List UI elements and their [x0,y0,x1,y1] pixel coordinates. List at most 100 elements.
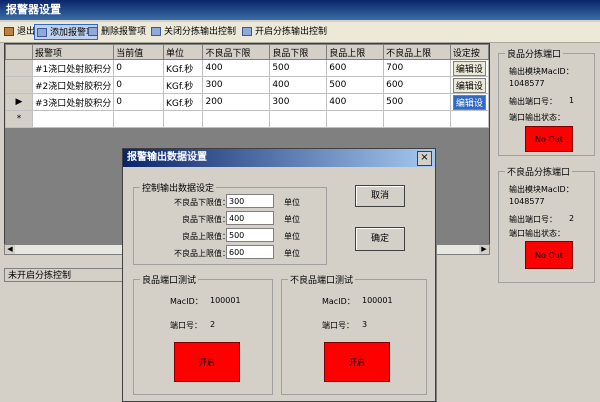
state-label: 端口输出状态： [509,113,565,122]
exit-button[interactable]: 退出 [2,24,37,40]
edit-setting-cell[interactable]: 编辑设 [449,59,490,77]
unit-label: 单位 [284,249,300,258]
column-header[interactable]: 单位 [162,44,204,60]
column-header[interactable]: 良品上限 [326,44,385,60]
table-cell[interactable]: 400 [202,59,271,77]
module-id-value: 1048577 [509,79,545,88]
port-value: 2 [569,214,575,223]
cancel-button[interactable]: 取消 [355,185,405,207]
port-value: 1 [569,96,575,105]
table-row[interactable]: #1浇口处射胶积分 0 KGf.秒 400 500 600 700 编辑设 [5,59,490,77]
unit-label: 单位 [284,198,300,207]
edit-setting-button[interactable]: 编辑设 [452,77,486,93]
table-cell[interactable]: #2浇口处射胶积分 [31,76,115,94]
good-lower-input[interactable]: 400 [226,211,274,225]
table-cell[interactable]: KGf.秒 [162,93,204,111]
bad-upper-label: 不良品上限值： [174,249,230,258]
delete-alarm-button[interactable]: 删除报警项 [86,24,148,40]
table-cell[interactable]: #3浇口处射胶积分 [31,93,115,111]
alarm-table: 报警项 当前值 单位 不良品下限 良品下限 良品上限 不良品上限 设定按 #1浇… [5,44,490,128]
table-cell[interactable]: KGf.秒 [162,76,204,94]
macid-value: 100001 [210,296,241,305]
table-cell[interactable]: 300 [269,93,328,111]
open-sorting-output-button[interactable]: 开启分拣输出控制 [240,24,329,40]
close-sorting-output-button[interactable]: 关闭分拣输出控制 [149,24,238,40]
output-data-group: 控制输出数据设定 不良品下限值： 300 单位 良品下限值： 400 单位 良品… [133,181,327,265]
module-id-value: 1048577 [509,197,545,206]
table-cell[interactable] [383,110,451,128]
table-cell[interactable]: 0 [113,93,164,111]
table-cell[interactable] [269,110,328,128]
ok-button[interactable]: 确定 [355,227,405,251]
window-title: 报警器设置 [0,0,600,20]
scroll-right-icon[interactable]: ▶ [479,245,489,254]
column-header[interactable]: 报警项 [31,44,115,60]
macid-label: MacID： [170,297,203,306]
table-row[interactable]: #2浇口处射胶积分 0 KGf.秒 300 400 500 600 编辑设 [5,76,490,94]
new-row[interactable]: * [5,110,490,128]
toolbar: 退出 添加报警项 删除报警项 关闭分拣输出控制 开启分拣输出控制 [0,22,600,43]
good-port-open-button[interactable]: 开启 [174,342,240,382]
column-header[interactable]: 不良品上限 [383,44,451,60]
state-label: 端口输出状态： [509,229,565,238]
table-cell[interactable]: #1浇口处射胶积分 [31,59,115,77]
group-title: 不良品端口测试 [288,273,356,286]
edit-setting-cell[interactable]: 编辑设 [449,93,490,111]
good-port-test-group: 良品端口测试 MacID： 100001 端口号： 2 开启 [133,273,273,395]
table-cell[interactable] [202,110,271,128]
table-cell[interactable]: 0 [113,76,164,94]
table-cell[interactable]: 500 [383,93,451,111]
port-panel: 良品分拣端口 输出模块MacID： 1048577 输出端口号： 1 端口输出状… [495,43,598,288]
table-cell[interactable]: 400 [269,76,328,94]
module-id-label: 输出模块MacID： [509,185,574,194]
door-exit-icon [4,27,14,36]
bad-port-open-button[interactable]: 开启 [324,342,390,382]
column-header[interactable]: 良品下限 [269,44,328,60]
table-cell[interactable]: 0 [113,59,164,77]
table-cell[interactable] [113,110,164,128]
column-header[interactable]: 不良品下限 [202,44,271,60]
column-header[interactable]: 设定按 [449,44,490,60]
table-cell[interactable]: 600 [383,76,451,94]
good-upper-input[interactable]: 500 [226,228,274,242]
port-value: 3 [362,320,368,329]
table-cell[interactable]: 200 [202,93,271,111]
port-label: 输出端口号： [509,97,557,106]
table-row[interactable]: ▶ #3浇口处射胶积分 0 KGf.秒 200 300 400 500 编辑设 [5,93,490,111]
table-cell[interactable] [31,110,115,128]
port-value: 2 [210,320,216,329]
good-port-group: 良品分拣端口 输出模块MacID： 1048577 输出端口号： 1 端口输出状… [498,47,595,156]
row-header[interactable] [5,59,33,77]
column-header[interactable]: 当前值 [113,44,164,60]
table-cell[interactable]: 300 [202,76,271,94]
close-icon[interactable]: × [417,151,432,166]
edit-setting-button[interactable]: 编辑设 [452,94,486,110]
table-cell[interactable] [326,110,385,128]
group-title: 不良品分拣端口 [505,165,573,178]
edit-setting-cell[interactable]: 编辑设 [449,76,490,94]
unit-label: 单位 [284,215,300,224]
bad-lower-input[interactable]: 300 [226,194,274,208]
corner-cell [5,44,33,60]
bad-upper-input[interactable]: 600 [226,245,274,259]
row-header[interactable] [5,76,33,94]
monitor-icon [151,27,161,36]
table-cell[interactable]: 500 [326,76,385,94]
table-cell[interactable]: 600 [326,59,385,77]
unit-label: 单位 [284,232,300,241]
port-label: 输出端口号： [509,215,557,224]
edit-setting-button[interactable]: 编辑设 [452,60,486,76]
table-cell[interactable]: 700 [383,59,451,77]
bad-port-state-button[interactable]: No Out [525,241,573,269]
current-row-marker[interactable]: ▶ [5,93,33,111]
scroll-left-icon[interactable]: ◀ [5,245,15,254]
table-cell[interactable] [449,110,490,128]
table-cell[interactable]: 500 [269,59,328,77]
table-cell[interactable] [162,110,204,128]
new-row-marker[interactable]: * [5,110,33,128]
table-cell[interactable]: KGf.秒 [162,59,204,77]
group-title: 控制输出数据设定 [140,181,217,194]
good-port-state-button[interactable]: No Out [525,126,573,152]
port-label: 端口号： [170,321,202,330]
table-cell[interactable]: 400 [326,93,385,111]
